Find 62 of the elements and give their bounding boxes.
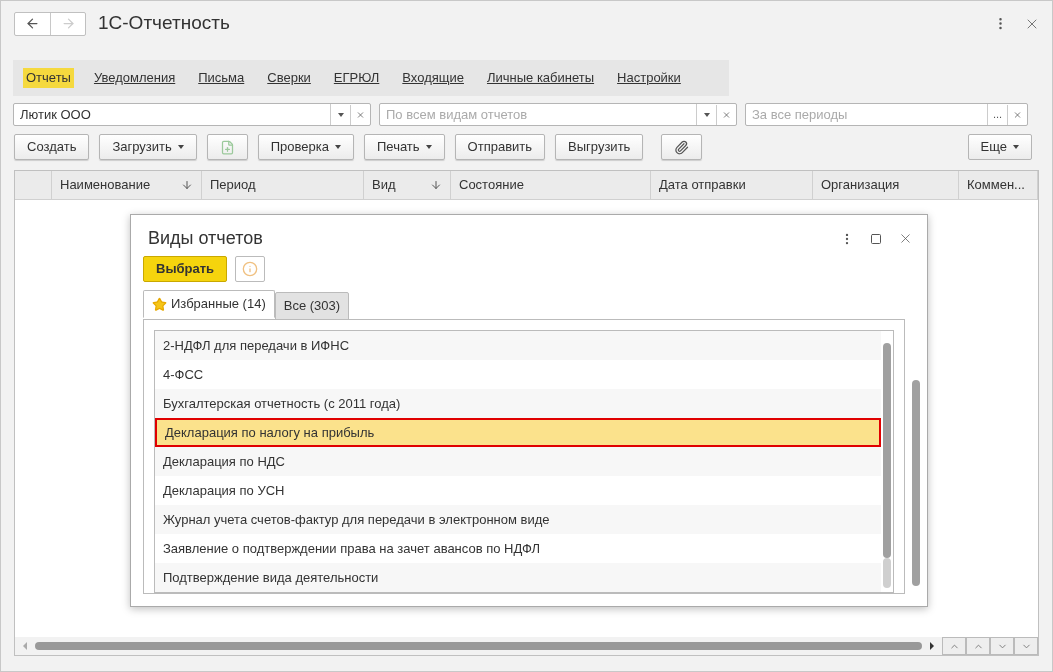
scroll-last-button[interactable] (1014, 637, 1038, 655)
star-icon (152, 296, 167, 312)
report-type-row[interactable]: 2-НДФЛ для передачи в ИФНС (155, 331, 881, 360)
column-header[interactable]: Вид (364, 171, 451, 199)
section-tab[interactable]: Уведомления (90, 68, 179, 88)
more-button[interactable]: Еще (967, 134, 1032, 160)
period-field[interactable]: За все периоды ... (745, 103, 1028, 126)
maximize-icon[interactable] (870, 232, 882, 245)
period-input[interactable]: За все периоды (746, 104, 987, 125)
sort-arrow-icon (430, 179, 442, 191)
scroll-right-icon[interactable] (930, 642, 934, 650)
period-picker-button[interactable]: ... (987, 104, 1007, 125)
select-button[interactable]: Выбрать (143, 256, 228, 282)
section-tab[interactable]: Личные кабинеты (483, 68, 598, 88)
window-title: 1С-Отчетность (98, 11, 230, 36)
dropdown-button[interactable]: Проверка (257, 134, 354, 160)
dropdown-button[interactable]: Печать (364, 134, 445, 160)
paperclip-icon (674, 139, 690, 155)
report-type-field[interactable]: По всем видам отчетов (379, 103, 737, 126)
sort-arrow-icon (181, 179, 193, 191)
scroll-down-button[interactable] (990, 637, 1014, 655)
dialog-title: Виды отчетов (148, 227, 263, 250)
dialog-tab[interactable]: Все (303) (274, 292, 350, 320)
caret-icon (425, 145, 432, 149)
toolbar-button[interactable]: Отправить (454, 134, 546, 160)
report-type-row[interactable]: Бухгалтерская отчетность (с 2011 года) (155, 389, 881, 418)
column-header[interactable]: Дата отправки (651, 171, 813, 199)
report-type-row[interactable]: Подтверждение вида деятельности (155, 563, 881, 592)
section-tab[interactable]: ЕГРЮЛ (330, 68, 383, 88)
organization-value: Лютик ООО (19, 105, 92, 124)
toolbar-button[interactable]: Создать (14, 134, 90, 160)
section-tab[interactable]: Отчеты (23, 68, 74, 88)
toolbar-button[interactable]: Выгрузить (555, 134, 644, 160)
dialog-tab[interactable]: Избранные (14) (143, 290, 275, 318)
organization-field[interactable]: Лютик ООО (13, 103, 371, 126)
scroll-left-icon[interactable] (23, 642, 27, 650)
column-header[interactable]: Организация (813, 171, 959, 199)
caret-icon (335, 145, 341, 149)
section-tab[interactable]: Сверки (264, 68, 314, 88)
section-tab[interactable]: Входящие (399, 68, 467, 88)
report-type-input[interactable]: По всем видам отчетов (380, 104, 696, 125)
column-header[interactable]: Состояние (451, 171, 651, 199)
column-header[interactable]: Коммен... (959, 171, 1038, 199)
column-header[interactable]: Период (202, 171, 364, 199)
report-type-row[interactable]: Декларация по НДС (155, 447, 881, 476)
caret-icon (177, 145, 184, 149)
horizontal-scrollbar[interactable] (35, 642, 922, 650)
close-icon[interactable] (898, 231, 913, 246)
back-arrow-icon (25, 16, 40, 31)
column-header[interactable]: Наименование (52, 171, 202, 199)
section-tab[interactable]: Настройки (614, 68, 684, 88)
caret-icon (1013, 145, 1019, 149)
report-type-row[interactable]: Журнал учета счетов-фактур для передачи в электронном виде (155, 505, 881, 534)
info-button[interactable] (235, 256, 266, 282)
info-icon (242, 261, 259, 277)
attach-button[interactable] (661, 134, 703, 160)
scroll-up-button[interactable] (966, 637, 990, 655)
report-type-row[interactable]: Декларация по налогу на прибыль (155, 418, 881, 447)
section-tab[interactable]: Письма (195, 68, 248, 88)
scroll-first-button[interactable] (942, 637, 966, 655)
file-plus-icon (219, 139, 235, 155)
dropdown-button[interactable]: Загрузить (99, 134, 197, 160)
